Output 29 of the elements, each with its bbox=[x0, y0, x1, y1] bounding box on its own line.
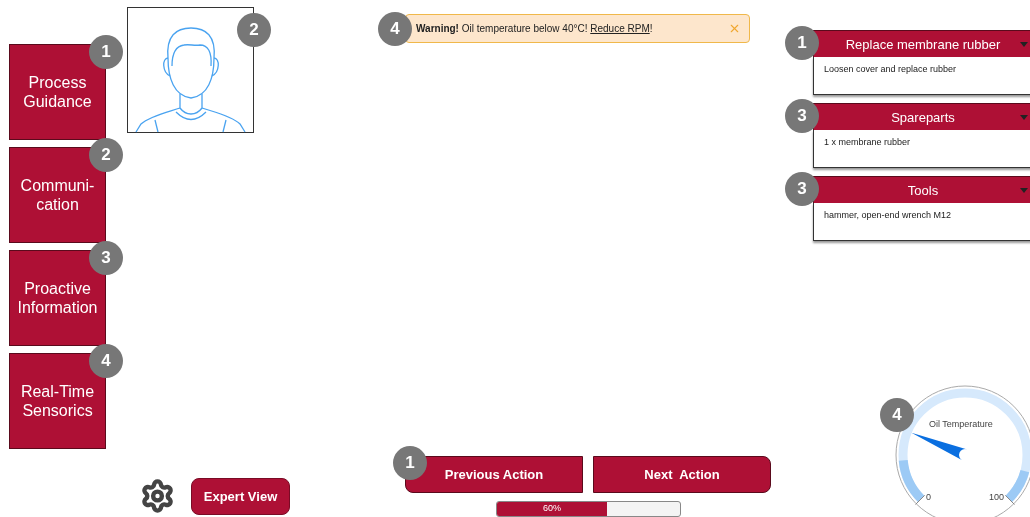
caret-icon bbox=[1020, 42, 1028, 47]
step-badge: 1 bbox=[785, 26, 819, 60]
panel-body: hammer, open-end wrench M12 bbox=[813, 203, 1030, 241]
panel-body: Loosen cover and replace rubber bbox=[813, 57, 1030, 95]
panel-header[interactable]: Spareparts bbox=[813, 103, 1030, 130]
settings-icon[interactable] bbox=[140, 476, 176, 516]
warning-message: Warning! Oil temperature below 40°C! Reduce RPM! bbox=[416, 23, 653, 34]
next-action-button[interactable]: Next Action bbox=[593, 456, 771, 493]
gauge-title: Oil Temperature bbox=[929, 419, 993, 429]
step-badge: 4 bbox=[89, 344, 123, 378]
panel-body: 1 x membrane rubber bbox=[813, 130, 1030, 168]
panel-header[interactable]: Replace membrane rubber bbox=[813, 30, 1030, 57]
gauge-min-label: 0 bbox=[926, 492, 931, 502]
panel-header[interactable]: Tools bbox=[813, 176, 1030, 203]
step-badge: 4 bbox=[880, 398, 914, 432]
progress-label: 60% bbox=[541, 503, 562, 514]
step-badge: 1 bbox=[89, 35, 123, 69]
step-badge: 3 bbox=[89, 241, 123, 275]
expert-view-button[interactable]: Expert View bbox=[191, 477, 290, 515]
step-badge: 3 bbox=[785, 172, 819, 206]
caret-icon bbox=[1020, 115, 1028, 120]
step-badge: 4 bbox=[378, 12, 412, 46]
gauge-max-label: 100 bbox=[989, 492, 1005, 502]
step-badge: 1 bbox=[393, 446, 427, 480]
step-badge: 3 bbox=[785, 99, 819, 133]
step-badge: 2 bbox=[89, 138, 123, 172]
caret-icon bbox=[1020, 188, 1028, 193]
step-badge: 2 bbox=[237, 13, 271, 47]
reduce-rpm-link[interactable]: Reduce RPM bbox=[590, 23, 650, 34]
